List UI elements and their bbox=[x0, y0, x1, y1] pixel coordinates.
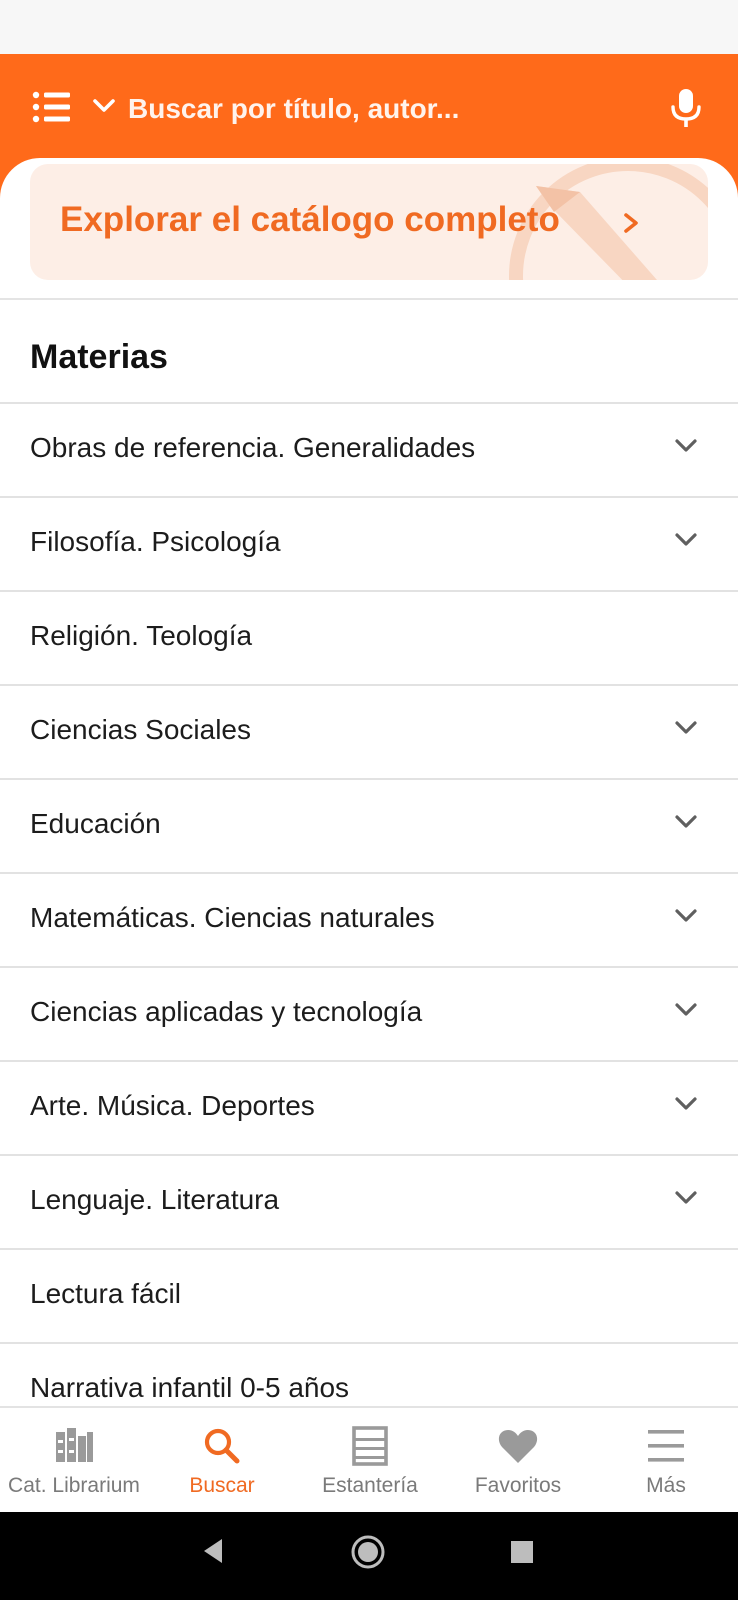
nav-label-search: Buscar bbox=[189, 1474, 255, 1497]
subject-list-item[interactable]: Ciencias aplicadas y tecnología bbox=[0, 966, 738, 1060]
subject-label: Ciencias Sociales bbox=[30, 714, 251, 745]
heart-icon bbox=[498, 1430, 538, 1463]
subject-list-item[interactable]: Narrativa infantil 0-5 años bbox=[0, 1342, 738, 1408]
back-icon[interactable] bbox=[200, 1536, 226, 1566]
subject-label: Lectura fácil bbox=[30, 1278, 181, 1309]
subject-label: Filosofía. Psicología bbox=[30, 526, 281, 557]
microphone-icon[interactable] bbox=[668, 88, 704, 128]
chevron-down-icon[interactable] bbox=[674, 1190, 698, 1206]
chevron-down-icon[interactable] bbox=[674, 438, 698, 454]
subject-label: Ciencias aplicadas y tecnología bbox=[30, 996, 423, 1027]
subject-label: Educación bbox=[30, 808, 161, 839]
subject-list-item[interactable]: Filosofía. Psicología bbox=[0, 496, 738, 590]
explore-catalog-card[interactable]: Explorar el catálogo completo bbox=[30, 164, 708, 280]
chevron-down-icon[interactable] bbox=[674, 1096, 698, 1112]
subject-list-item[interactable]: Ciencias Sociales bbox=[0, 684, 738, 778]
chevron-down-icon[interactable] bbox=[674, 908, 698, 924]
subject-label: Religión. Teología bbox=[30, 620, 253, 651]
divider bbox=[0, 298, 738, 300]
subject-list: Obras de referencia. Generalidades Filoso… bbox=[0, 402, 738, 1408]
nav-shelf[interactable]: Estantería bbox=[296, 1408, 444, 1514]
shelf-icon bbox=[352, 1426, 388, 1466]
chevron-down-icon[interactable] bbox=[674, 814, 698, 830]
chevron-right-icon bbox=[624, 213, 638, 233]
section-title: Materias bbox=[30, 338, 168, 376]
system-navigation-bar bbox=[0, 1512, 738, 1600]
subject-label: Arte. Música. Deportes bbox=[30, 1090, 315, 1121]
bottom-navigation: Cat. Librarium Buscar Estantería Favorit… bbox=[0, 1406, 738, 1514]
subject-list-item[interactable]: Matemáticas. Ciencias naturales bbox=[0, 872, 738, 966]
subject-list-item[interactable]: Lectura fácil bbox=[0, 1248, 738, 1342]
nav-label-catalog: Cat. Librarium bbox=[8, 1474, 140, 1497]
home-icon[interactable] bbox=[350, 1534, 386, 1570]
explore-catalog-label: Explorar el catálogo completo bbox=[60, 200, 560, 239]
search-input[interactable] bbox=[126, 82, 630, 136]
status-bar bbox=[0, 0, 738, 54]
search-scope-chevron-icon[interactable] bbox=[92, 94, 116, 118]
nav-label-more: Más bbox=[646, 1474, 686, 1497]
chevron-down-icon[interactable] bbox=[674, 532, 698, 548]
subject-list-item[interactable]: Religión. Teología bbox=[0, 590, 738, 684]
search-bar bbox=[0, 54, 738, 162]
recents-icon[interactable] bbox=[510, 1540, 534, 1564]
nav-search[interactable]: Buscar bbox=[148, 1408, 296, 1514]
subject-label: Narrativa infantil 0-5 años bbox=[30, 1372, 350, 1403]
subject-list-item[interactable]: Lenguaje. Literatura bbox=[0, 1154, 738, 1248]
nav-catalog[interactable]: Cat. Librarium bbox=[0, 1408, 148, 1514]
search-icon bbox=[204, 1428, 240, 1464]
nav-favorites[interactable]: Favoritos bbox=[444, 1408, 592, 1514]
subject-label: Lenguaje. Literatura bbox=[30, 1184, 280, 1215]
nav-label-favorites: Favoritos bbox=[474, 1474, 562, 1497]
nav-more[interactable]: Más bbox=[592, 1408, 738, 1514]
catalog-icon bbox=[56, 1428, 93, 1462]
subject-list-item[interactable]: Obras de referencia. Generalidades bbox=[0, 402, 738, 496]
subject-list-item[interactable]: Arte. Música. Deportes bbox=[0, 1060, 738, 1154]
subject-label: Matemáticas. Ciencias naturales bbox=[30, 902, 435, 933]
nav-label-shelf: Estantería bbox=[322, 1474, 418, 1497]
subject-list-item[interactable]: Educación bbox=[0, 778, 738, 872]
subject-label: Obras de referencia. Generalidades bbox=[30, 432, 476, 463]
hamburger-icon bbox=[648, 1430, 684, 1462]
content-sheet: Explorar el catálogo completo Materias O… bbox=[0, 158, 738, 1408]
chevron-down-icon[interactable] bbox=[674, 1002, 698, 1018]
list-menu-icon[interactable] bbox=[32, 90, 72, 124]
chevron-down-icon[interactable] bbox=[674, 720, 698, 736]
